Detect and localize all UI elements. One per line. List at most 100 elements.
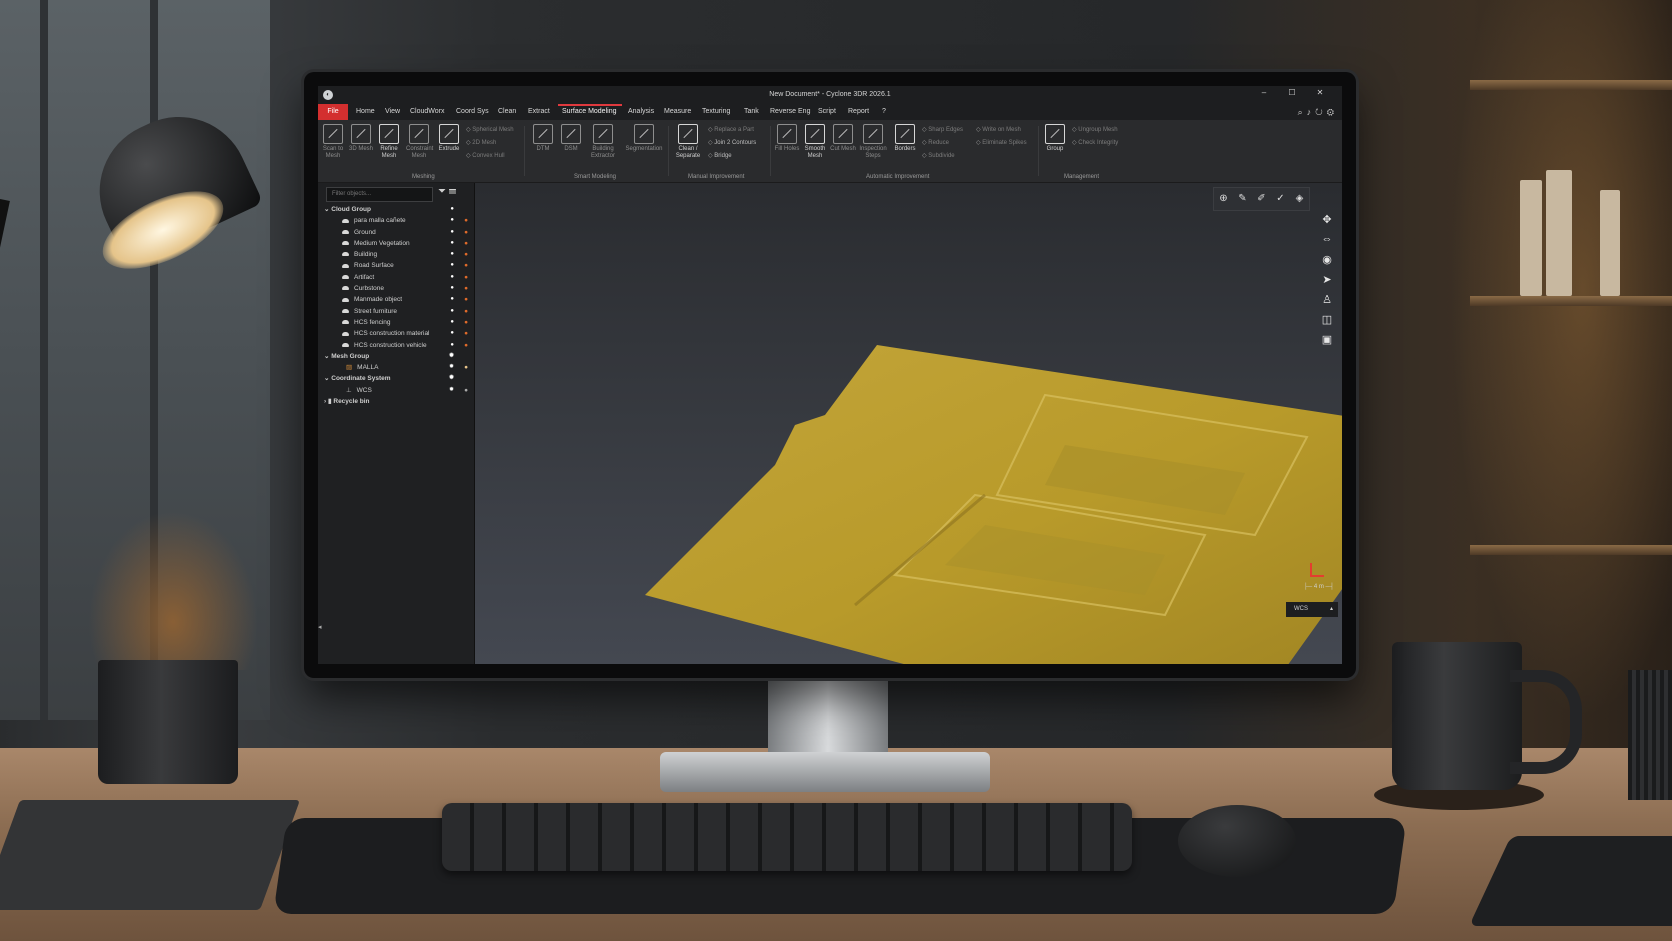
sync-icon[interactable]: ↻ [1315, 107, 1327, 117]
tree-item[interactable]: para malla cañete ● ● [324, 215, 474, 226]
tab-analysis[interactable]: Analysis [628, 108, 654, 115]
check-integrity-button[interactable]: Check Integrity [1072, 139, 1118, 146]
refine-mesh-button[interactable]: Refine Mesh [376, 124, 402, 160]
tab-texturing[interactable]: Texturing [702, 108, 730, 115]
pin-icon[interactable]: ● [450, 215, 454, 226]
replace-part-button[interactable]: Replace a Part [708, 126, 754, 133]
tab-reverse-eng[interactable]: Reverse Eng [770, 108, 810, 115]
color-icon[interactable]: ● [464, 227, 468, 238]
light-icon[interactable]: ✹ [449, 385, 454, 396]
tree-item[interactable]: HCS construction vehicle ● ● [324, 340, 474, 351]
reduce-button[interactable]: Reduce [922, 139, 949, 146]
pin-icon[interactable]: ● [450, 328, 454, 339]
visibility-icon[interactable]: ◈ [1290, 188, 1309, 210]
tree-group[interactable]: ⌄ Cloud Group ● [324, 204, 474, 215]
minimize-button[interactable]: – [1250, 88, 1278, 97]
color-icon[interactable]: ● [464, 272, 468, 283]
cube-view-icon[interactable]: ◫ [1318, 313, 1336, 333]
building-extractor-button[interactable]: Building Extractor [588, 124, 618, 160]
select-icon[interactable]: ⊕ [1214, 188, 1233, 210]
pin-icon[interactable]: ● [450, 272, 454, 283]
toggle-icon[interactable]: ● [464, 385, 468, 396]
tab-cloudworx[interactable]: CloudWorx [410, 108, 445, 115]
ungroup-mesh-button[interactable]: Ungroup Mesh [1072, 126, 1117, 133]
tab-view[interactable]: View [385, 108, 400, 115]
pin-icon[interactable]: ● [450, 317, 454, 328]
navigate-icon[interactable]: ➤ [1318, 273, 1336, 293]
clean-separate-button[interactable]: Clean / Separate [674, 124, 702, 160]
spherical-mesh-button[interactable]: Spherical Mesh [466, 126, 513, 133]
coordinate-system-selector[interactable]: WCS ▴ [1286, 602, 1338, 617]
tab-script[interactable]: Script [818, 108, 836, 115]
extrude-button[interactable]: Extrude [436, 124, 462, 153]
pin-icon[interactable]: ● [450, 283, 454, 294]
tree-item[interactable]: ▨ MALLA ✹ ● [324, 362, 474, 373]
dsm-button[interactable]: DSM [558, 124, 584, 153]
bell-icon[interactable]: ♪ [1307, 107, 1316, 117]
color-icon[interactable]: ● [464, 328, 468, 339]
pin-icon[interactable]: ● [450, 238, 454, 249]
color-icon[interactable]: ● [464, 260, 468, 271]
tree-item[interactable]: ⊥ WCS ✹ ● [324, 385, 474, 396]
tab-extract[interactable]: Extract [528, 108, 550, 115]
tree-item[interactable]: Road Surface ● ● [324, 260, 474, 271]
pin-icon[interactable]: ● [450, 340, 454, 351]
tree-item[interactable]: Building ● ● [324, 249, 474, 260]
smooth-mesh-button[interactable]: Smooth Mesh [802, 124, 828, 160]
convex-hull-button[interactable]: Convex Hull [466, 152, 504, 159]
color-icon[interactable]: ● [464, 362, 468, 373]
person-icon[interactable]: ♙ [1318, 293, 1336, 313]
borders-button[interactable]: Borders [892, 124, 918, 153]
color-icon[interactable]: ● [464, 215, 468, 226]
inspection-steps-button[interactable]: Inspection Steps [858, 124, 888, 160]
tree-item[interactable]: HCS fencing ● ● [324, 317, 474, 328]
filter-icon[interactable]: ⏷ [438, 186, 446, 197]
write-on-mesh-button[interactable]: Write on Mesh [976, 126, 1021, 133]
eliminate-spikes-button[interactable]: Eliminate Spikes [976, 139, 1026, 146]
file-menu[interactable]: File [318, 104, 348, 120]
tab-measure[interactable]: Measure [664, 108, 691, 115]
3d-viewport[interactable]: ⊕ ✎ ✐ ✓ ◈ ✥ ⇔ ◉ ➤ ♙ ◫ ▣ ├─ 4 m ─┤ WCS ▴ [475, 183, 1342, 664]
color-icon[interactable]: ● [464, 249, 468, 260]
pan-icon[interactable]: ✥ [1318, 213, 1336, 233]
tab-report[interactable]: Report [848, 108, 869, 115]
screenshot-icon[interactable]: ▣ [1318, 333, 1336, 353]
tree-item[interactable]: Street furniture ● ● [324, 306, 474, 317]
tree-item[interactable]: Manmade object ● ● [324, 294, 474, 305]
light-icon[interactable]: ✹ [449, 373, 454, 384]
color-icon[interactable]: ● [464, 317, 468, 328]
tab-clean[interactable]: Clean [498, 108, 516, 115]
close-button[interactable]: ✕ [1306, 88, 1334, 97]
tree-group[interactable]: ⌄ Coordinate System ✹ [324, 373, 474, 384]
tree-item[interactable]: Curbstone ● ● [324, 283, 474, 294]
light-icon[interactable]: ● [450, 204, 454, 215]
tab-surface-modeling[interactable]: Surface Modeling [562, 108, 616, 115]
filter-objects-input[interactable]: Filter objects... [326, 187, 433, 202]
tree-group[interactable]: ⌄ Mesh Group ✹ [324, 351, 474, 362]
color-icon[interactable]: ● [464, 294, 468, 305]
sharp-edges-button[interactable]: Sharp Edges [922, 126, 963, 133]
dtm-button[interactable]: DTM [530, 124, 556, 153]
tree-item[interactable]: HCS construction material ● ● [324, 328, 474, 339]
maximize-button[interactable]: ☐ [1278, 88, 1306, 97]
settings-icon[interactable]: ⚙ [1327, 107, 1338, 117]
light-icon[interactable]: ✹ [449, 362, 454, 373]
2d-mesh-button[interactable]: 2D Mesh [466, 139, 496, 146]
scan-to-mesh-button[interactable]: Scan to Mesh [320, 124, 346, 160]
search-icon[interactable]: ⌕ [1298, 107, 1307, 117]
tree-item[interactable]: Artifact ● ● [324, 272, 474, 283]
pin-icon[interactable]: ● [450, 294, 454, 305]
pin-icon[interactable]: ● [450, 249, 454, 260]
tree-group[interactable]: › ▮ Recycle bin [324, 396, 474, 407]
tab-home[interactable]: Home [356, 108, 375, 115]
color-icon[interactable]: ● [464, 283, 468, 294]
pin-icon[interactable]: ● [450, 227, 454, 238]
tab-coord-sys[interactable]: Coord Sys [456, 108, 489, 115]
tab-tank[interactable]: Tank [744, 108, 759, 115]
camera-icon[interactable]: ◉ [1318, 253, 1336, 273]
subdivide-button[interactable]: Subdivide [922, 152, 954, 159]
pin-icon[interactable]: ● [450, 306, 454, 317]
join-contours-button[interactable]: Join 2 Contours [708, 139, 756, 146]
lasso-icon[interactable]: ✎ [1233, 188, 1252, 210]
tree-item[interactable]: Ground ● ● [324, 227, 474, 238]
